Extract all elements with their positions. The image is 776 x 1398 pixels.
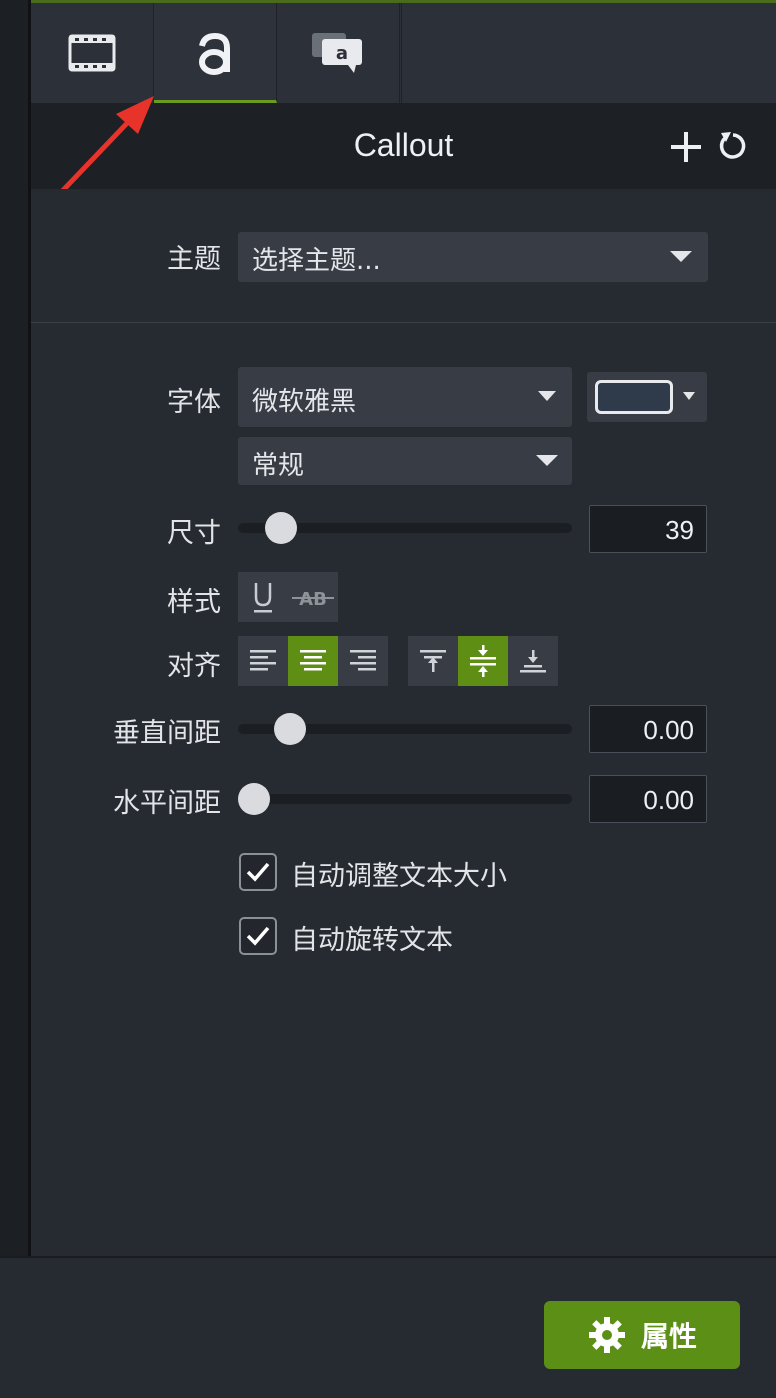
font-label: 字体 <box>167 387 221 418</box>
theme-value: 选择主题... <box>252 246 381 276</box>
tab-bar: a <box>31 3 776 103</box>
strikethrough-icon: AB <box>292 589 334 610</box>
align-left-button[interactable] <box>238 636 288 686</box>
align-label: 对齐 <box>167 651 221 682</box>
tab-text[interactable] <box>154 3 277 103</box>
align-center-button[interactable] <box>288 636 338 686</box>
properties-button[interactable]: 属性 <box>544 1301 740 1369</box>
vertical-align-group <box>408 636 558 686</box>
auto-rotate-label: 自动旋转文本 <box>291 925 453 956</box>
align-bottom-icon <box>520 650 546 673</box>
film-strip-icon <box>68 34 116 72</box>
font-weight-dropdown[interactable]: 常规 <box>238 437 572 485</box>
align-left-icon <box>250 650 276 671</box>
gear-icon <box>588 1317 625 1353</box>
align-top-icon <box>420 650 446 672</box>
chevron-down-icon <box>536 455 558 466</box>
horizontal-spacing-slider-thumb[interactable] <box>238 783 270 815</box>
properties-panel: 主题 选择主题... 字体 微软雅黑 常规 尺寸 39 样式 AB 对齐 垂直间… <box>31 189 776 1256</box>
horizontal-align-group <box>238 636 388 686</box>
left-timeline-strip <box>0 0 31 1256</box>
callout-bubble-icon: a <box>312 33 362 73</box>
underline-button[interactable] <box>238 572 288 622</box>
add-icon[interactable] <box>669 130 703 164</box>
checkmark-icon <box>246 862 270 882</box>
font-color-picker[interactable] <box>587 372 707 422</box>
size-value: 39 <box>665 515 694 545</box>
strikethrough-button[interactable]: AB <box>288 572 338 622</box>
footer-bar: 属性 <box>0 1256 776 1398</box>
theme-label: 主题 <box>167 244 221 275</box>
align-right-icon <box>350 650 376 671</box>
theme-dropdown[interactable]: 选择主题... <box>238 232 708 282</box>
vertical-spacing-slider-thumb[interactable] <box>274 713 307 745</box>
align-right-button[interactable] <box>338 636 388 686</box>
svg-text:AB: AB <box>299 589 327 610</box>
auto-rotate-checkbox[interactable] <box>239 917 277 955</box>
size-slider-thumb[interactable] <box>265 512 298 544</box>
tab-visual[interactable] <box>31 3 154 103</box>
auto-resize-label: 自动调整文本大小 <box>291 861 507 892</box>
style-button-group: AB <box>238 572 338 622</box>
tab-annotations[interactable]: a <box>277 3 400 103</box>
font-family-value: 微软雅黑 <box>252 387 357 417</box>
reset-icon[interactable] <box>717 129 749 163</box>
tab-separator <box>400 3 402 103</box>
font-color-swatch <box>595 380 673 414</box>
underline-icon <box>254 583 272 613</box>
text-a-icon <box>199 32 230 75</box>
align-middle-button[interactable] <box>458 636 508 686</box>
horizontal-spacing-value: 0.00 <box>643 785 694 815</box>
font-weight-value: 常规 <box>252 451 305 481</box>
vertical-spacing-input[interactable]: 0.00 <box>589 705 707 753</box>
checkmark-icon <box>246 926 270 946</box>
svg-text:a: a <box>336 43 348 64</box>
align-top-button[interactable] <box>408 636 458 686</box>
auto-resize-checkbox[interactable] <box>239 853 277 891</box>
properties-label: 属性 <box>640 1320 697 1353</box>
chevron-down-icon <box>683 392 695 400</box>
horizontal-spacing-input[interactable]: 0.00 <box>589 775 707 823</box>
style-label: 样式 <box>167 587 221 618</box>
horizontal-spacing-label: 水平间距 <box>113 788 221 819</box>
align-middle-icon <box>470 645 496 677</box>
align-center-icon <box>300 650 326 671</box>
vertical-spacing-label: 垂直间距 <box>113 718 221 749</box>
vertical-spacing-value: 0.00 <box>643 715 694 745</box>
chevron-down-icon <box>670 251 692 262</box>
align-bottom-button[interactable] <box>508 636 558 686</box>
font-family-dropdown[interactable]: 微软雅黑 <box>238 367 572 427</box>
size-label: 尺寸 <box>167 518 221 549</box>
size-input[interactable]: 39 <box>589 505 707 553</box>
horizontal-spacing-slider[interactable] <box>238 794 572 804</box>
section-divider <box>31 322 776 323</box>
chevron-down-icon <box>538 391 556 401</box>
